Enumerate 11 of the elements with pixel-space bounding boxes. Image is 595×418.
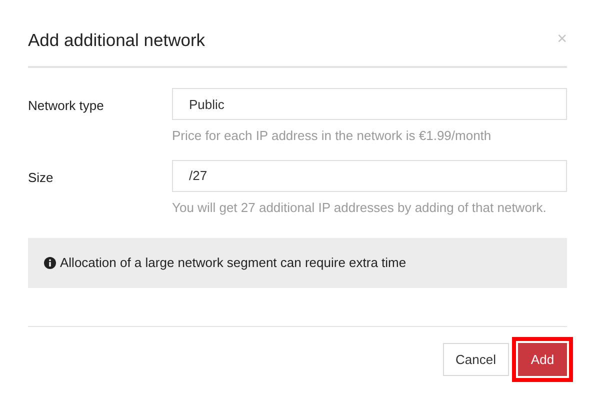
help-text: You will get 27 additional IP addresses by adding of that network. (172, 198, 548, 217)
field-label: Size (28, 168, 54, 186)
field-label: Network type (28, 97, 105, 115)
input-field[interactable]: Public (172, 88, 567, 120)
input-field[interactable]: /27 (172, 160, 567, 192)
dialog-title: Add additional network (28, 30, 206, 51)
notice-text: Allocation of a large network segment can require extra time (60, 254, 406, 272)
cancel-button[interactable]: Cancel (442, 343, 509, 376)
add-button[interactable]: Add (518, 343, 567, 376)
help-text: Price for each IP address in the network is €1.99/month (172, 127, 492, 145)
info-icon (44, 257, 56, 269)
